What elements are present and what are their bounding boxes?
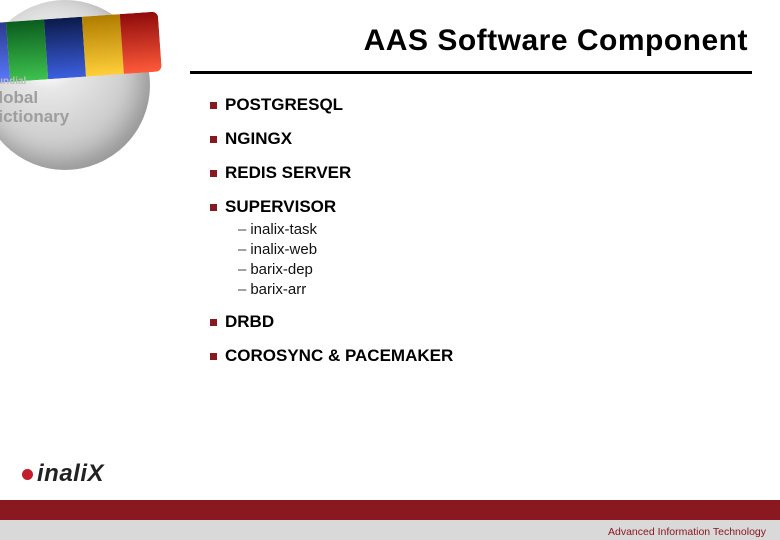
title-bar: AAS Software Component xyxy=(190,18,752,74)
list-item: COROSYNC & PACEMAKER xyxy=(210,346,740,366)
list-item: POSTGRESQL xyxy=(210,95,740,115)
list-item-label: COROSYNC & PACEMAKER xyxy=(225,346,453,366)
bullet-icon xyxy=(210,170,217,177)
sublist-item: –barix-dep xyxy=(238,261,740,278)
sublist-item: –barix-arr xyxy=(238,281,740,298)
footer: inaliX Advanced Information Technology xyxy=(0,494,780,540)
bullet-icon xyxy=(210,102,217,109)
sublist: –inalix-task –inalix-web –barix-dep –bar… xyxy=(238,221,740,298)
sublist-item: –inalix-web xyxy=(238,241,740,258)
bullet-icon xyxy=(210,204,217,211)
corner-graphic: mundial global dictionary xyxy=(0,0,180,200)
bullet-icon xyxy=(210,319,217,326)
wordcloud: mundial global dictionary xyxy=(0,70,150,133)
list-item: NGINGX xyxy=(210,129,740,149)
list-item-label: NGINGX xyxy=(225,129,292,149)
logo: inaliX xyxy=(22,454,104,494)
footer-red-bar xyxy=(0,500,780,520)
list-item-label: POSTGRESQL xyxy=(225,95,343,115)
page-title: AAS Software Component xyxy=(190,18,752,58)
content-list: POSTGRESQL NGINGX REDIS SERVER SUPERVISO… xyxy=(210,95,740,366)
bullet-icon xyxy=(210,136,217,143)
list-item: REDIS SERVER xyxy=(210,163,740,183)
logo-dot-icon xyxy=(22,469,33,480)
footer-tagline: Advanced Information Technology xyxy=(608,526,766,538)
list-item-label: REDIS SERVER xyxy=(225,163,351,183)
sublist-item: –inalix-task xyxy=(238,221,740,238)
list-item: DRBD xyxy=(210,312,740,332)
list-item: SUPERVISOR xyxy=(210,197,740,217)
list-item-label: SUPERVISOR xyxy=(225,197,336,217)
bullet-icon xyxy=(210,353,217,360)
list-item-label: DRBD xyxy=(225,312,274,332)
logo-text: inaliX xyxy=(37,460,104,488)
